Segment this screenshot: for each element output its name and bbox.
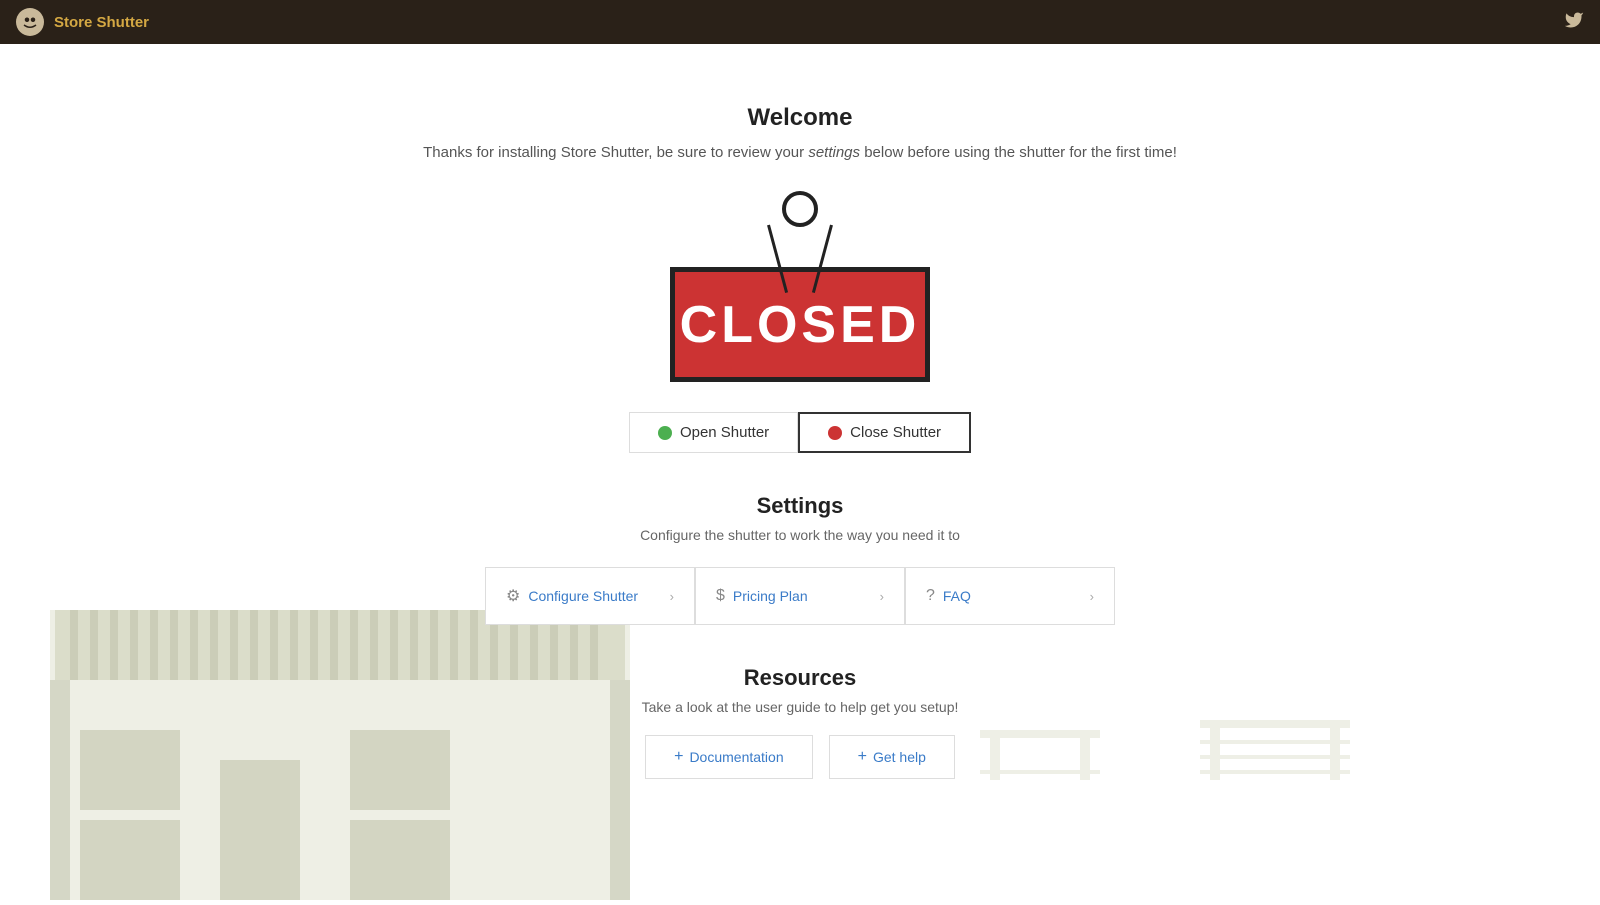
get-help-button[interactable]: + Get help — [829, 735, 955, 779]
shutter-buttons: Open Shutter Close Shutter — [629, 412, 971, 453]
header-left: Store Shutter — [16, 8, 149, 36]
resources-title: Resources — [450, 665, 1150, 691]
header: Store Shutter — [0, 0, 1600, 44]
faq-label: FAQ — [943, 588, 971, 604]
main-content: Welcome Thanks for installing Store Shut… — [0, 44, 1600, 900]
hanger-circle — [782, 191, 818, 227]
closed-sign: CLOSED — [670, 191, 930, 382]
settings-section: Settings Configure the shutter to work t… — [450, 493, 1150, 665]
chevron-right-icon: › — [1090, 589, 1094, 604]
close-shutter-button[interactable]: Close Shutter — [798, 412, 971, 453]
get-help-label: Get help — [873, 749, 926, 765]
configure-shutter-label: Configure Shutter — [528, 588, 638, 604]
green-dot-icon — [658, 426, 672, 440]
settings-subtitle: Configure the shutter to work the way yo… — [450, 527, 1150, 543]
red-dot-icon — [828, 426, 842, 440]
question-icon: ? — [926, 587, 935, 605]
sign-text: CLOSED — [680, 295, 921, 355]
pricing-plan-label: Pricing Plan — [733, 588, 808, 604]
pricing-plan-card[interactable]: $ Pricing Plan › — [695, 567, 905, 625]
welcome-section: Welcome Thanks for installing Store Shut… — [423, 104, 1177, 161]
close-shutter-label: Close Shutter — [850, 424, 941, 441]
faq-card[interactable]: ? FAQ › — [905, 567, 1115, 625]
gear-icon: ⚙ — [506, 586, 520, 606]
chevron-right-icon: › — [670, 589, 674, 604]
open-shutter-button[interactable]: Open Shutter — [629, 412, 798, 453]
twitter-icon[interactable] — [1564, 10, 1584, 35]
dollar-icon: $ — [716, 587, 725, 605]
welcome-title: Welcome — [423, 104, 1177, 132]
app-logo — [16, 8, 44, 36]
app-title: Store Shutter — [54, 14, 149, 31]
configure-shutter-card[interactable]: ⚙ Configure Shutter › — [485, 567, 695, 625]
sign-board: CLOSED — [670, 267, 930, 382]
resource-buttons: + Documentation + Get help — [450, 735, 1150, 779]
chevron-right-icon: › — [880, 589, 884, 604]
documentation-button[interactable]: + Documentation — [645, 735, 813, 779]
plus-icon: + — [858, 748, 867, 766]
settings-cards: ⚙ Configure Shutter › $ Pricing Plan › ?… — [450, 567, 1150, 625]
plus-icon: + — [674, 748, 683, 766]
settings-title: Settings — [450, 493, 1150, 519]
documentation-label: Documentation — [689, 749, 783, 765]
resources-subtitle: Take a look at the user guide to help ge… — [450, 699, 1150, 715]
welcome-subtitle: Thanks for installing Store Shutter, be … — [423, 144, 1177, 161]
open-shutter-label: Open Shutter — [680, 424, 769, 441]
resources-section: Resources Take a look at the user guide … — [450, 665, 1150, 779]
